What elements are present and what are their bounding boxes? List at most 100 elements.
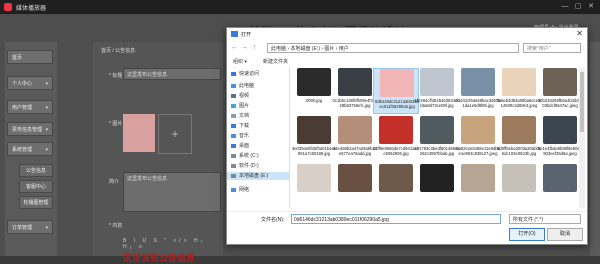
sidebar-item-orders[interactable]: 订单管理 ▾ xyxy=(7,220,53,234)
sidebar-item-label: 用户管理 xyxy=(12,105,33,111)
organize-button[interactable]: 组织 ▾ xyxy=(233,58,247,65)
sidebar-item-home[interactable]: 首页 xyxy=(7,50,53,64)
sidebar-subitem-announcements[interactable]: 公告信息 xyxy=(19,164,53,177)
minimize-icon[interactable]: — xyxy=(560,2,570,12)
nav-item-label: 文档 xyxy=(239,113,250,119)
title-input[interactable]: 这里发布公告信息 xyxy=(123,68,221,80)
address-path[interactable]: 此电脑 › 本地磁盘 (E:) › 图片 › 用户 xyxy=(267,43,519,53)
nav-item[interactable]: 快速访问 xyxy=(227,70,289,78)
nav-item[interactable]: 图片 xyxy=(227,102,289,110)
network-icon xyxy=(231,187,236,192)
file-item[interactable]: 4e1763c3bedf501498ea262c3997bbab.jpg xyxy=(414,116,460,162)
file-thumbnail xyxy=(338,164,372,192)
sidebar-item-system[interactable]: 系统管理 ▾ xyxy=(7,142,53,156)
sidebar-item-label: 系统管理 xyxy=(12,147,33,153)
close-icon[interactable]: ✕ xyxy=(586,2,596,12)
file-item[interactable]: 5a92e2e5468e11e8db6e1e804c839c27.jpeg xyxy=(455,116,501,162)
vertical-scrollbar[interactable] xyxy=(579,68,585,208)
file-item[interactable] xyxy=(414,164,460,210)
nav-item-label: 桌面 xyxy=(239,143,250,149)
address-bar-row: ← → ↑ 此电脑 › 本地磁盘 (E:) › 图片 › 用户 搜索"用户" xyxy=(227,41,587,55)
maximize-icon[interactable]: ▢ xyxy=(573,2,583,12)
nav-item-label: 图片 xyxy=(239,103,250,109)
filename-label: 文件名(N): xyxy=(261,217,285,223)
nav-item-label: 系统 (C:) xyxy=(239,153,259,159)
sidebar-item-personal[interactable]: 个人中心 ▾ xyxy=(7,76,53,90)
upload-image-button[interactable]: + xyxy=(158,114,192,154)
file-name: 3e0394e9f45f0a01b4ee891a7c60189.jpg xyxy=(291,146,337,156)
file-thumbnail xyxy=(461,116,495,144)
nav-item-label: 下载 xyxy=(239,123,250,129)
file-item[interactable]: 04e459b2a47a29a9b13e577ea76add.jpg xyxy=(332,116,378,162)
file-item[interactable]: 02d42cf6a649bac3d67b1da1e0d8f95.jpg xyxy=(455,68,501,114)
file-item[interactable]: 0000.jpg xyxy=(291,68,337,114)
up-arrow-icon[interactable]: ↑ xyxy=(253,44,257,51)
forward-arrow-icon[interactable]: → xyxy=(241,44,248,51)
file-item[interactable] xyxy=(537,164,583,210)
nav-item-label: 快速访问 xyxy=(239,71,260,77)
player-title-bar: 媒体播放器 — ▢ ✕ xyxy=(0,0,600,14)
file-name: 5e1e4fbde8b89f6e80e5903eef35d6a.jpeg xyxy=(537,146,583,156)
editor-toolbar[interactable]: B I U S " </> H₁ H₂ ≡ xyxy=(123,238,213,250)
intro-textarea[interactable]: 这里发布公告信息 xyxy=(123,172,221,212)
content-field-label: * 内容 xyxy=(109,223,123,229)
chevron-down-icon: ▾ xyxy=(45,127,48,133)
dialog-close-icon[interactable]: ✕ xyxy=(576,29,583,38)
nav-item[interactable]: 音乐 xyxy=(227,132,289,140)
nav-item[interactable]: 桌面 xyxy=(227,142,289,150)
file-item[interactable]: 0d6146dc31213ab0389ec011f06290a5.jpg xyxy=(373,68,419,114)
cancel-button[interactable]: 取消 xyxy=(547,228,583,241)
nav-item[interactable]: 下载 xyxy=(227,122,289,130)
file-thumbnail xyxy=(338,68,372,96)
file-name: 5a92e2e5468e11e8db6e1e804c839c27.jpeg xyxy=(456,146,500,156)
drive-icon xyxy=(231,153,236,158)
file-item[interactable] xyxy=(291,164,337,210)
sidebar-item-label: 个人中心 xyxy=(12,81,33,87)
file-grid: 0000.jpg 0c1b5c146f0fb09e4f34b28b83756efc… xyxy=(291,68,583,210)
sidebar-item-tickets[interactable]: 票务信息管理 ▾ xyxy=(7,122,53,136)
file-item[interactable]: 4cff9e966bde7cd9411e2c6062806.jpg xyxy=(373,116,419,162)
new-folder-button[interactable]: 新建文件夹 xyxy=(263,58,288,65)
file-item[interactable]: 3e0394e9f45f0a01b4ee891a7c60189.jpg xyxy=(291,116,337,162)
filename-input[interactable]: 0d6146dc31213ab0389ec011f06290a5.jpg xyxy=(291,214,501,224)
file-item[interactable]: 5d0ff5eba3003a20ab0c5dc103e0623b.jpg xyxy=(496,116,542,162)
nav-item[interactable]: 文档 xyxy=(227,112,289,120)
nav-item[interactable]: 此电脑 xyxy=(227,82,289,90)
file-item[interactable] xyxy=(455,164,501,210)
file-name: 0000.jpg xyxy=(305,98,323,103)
file-item[interactable] xyxy=(496,164,542,210)
file-thumbnail xyxy=(338,116,372,144)
sidebar-subitem-service[interactable]: 客服中心 xyxy=(19,180,53,193)
search-input[interactable]: 搜索"用户" xyxy=(523,43,581,53)
navigation-pane: 快速访问此电脑视频图片文档下载音乐桌面系统 (C:) 软件 (D:) 本地磁盘 (E… xyxy=(227,68,290,208)
intro-field-label: 简介 xyxy=(109,179,120,185)
sidebar-subitem-carousel[interactable]: 轮播图管理 xyxy=(19,196,53,209)
sidebar-item-users[interactable]: 用户管理 ▾ xyxy=(7,100,53,114)
file-item[interactable]: 1f2484cff4545463534ecb6a8d73ce09f.jpg xyxy=(414,68,460,114)
back-arrow-icon[interactable]: ← xyxy=(231,44,238,51)
player-title: 媒体播放器 xyxy=(16,6,47,12)
filetype-select[interactable]: 所有文件 (*.*) xyxy=(509,214,581,224)
file-item[interactable]: 2a6eb3d63a08ba5ece5f14509c2d68e3.jpeg xyxy=(496,68,542,114)
breadcrumb: 首页 / 公告信息 xyxy=(101,48,136,54)
file-name: 2cb234269fb6a4b3dcf003bdcf8647ac.jpeg xyxy=(538,98,582,108)
download-icon xyxy=(231,123,236,128)
nav-item[interactable]: 软件 (D:) xyxy=(227,162,289,170)
desktop-icon xyxy=(231,143,236,148)
editor-content[interactable]: 这里发布公告信息 xyxy=(123,251,195,264)
music-icon xyxy=(231,133,236,138)
file-item[interactable]: 2cb234269fb6a4b3dcf003bdcf8647ac.jpeg xyxy=(537,68,583,114)
nav-item[interactable]: 视频 xyxy=(227,92,289,100)
file-item[interactable]: 0c1b5c146f0fb09e4f34b28b83756efc.jpg xyxy=(332,68,378,114)
nav-item[interactable]: 系统 (C:) xyxy=(227,152,289,160)
file-item[interactable] xyxy=(332,164,378,210)
file-item[interactable]: 5e1e4fbde8b89f6e80e5903eef35d6a.jpeg xyxy=(537,116,583,162)
nav-item-label: 音乐 xyxy=(239,133,250,139)
nav-item[interactable]: 本地磁盘 (E:) xyxy=(227,172,289,180)
nav-item[interactable]: 网络 xyxy=(227,186,289,194)
star-icon xyxy=(231,71,236,76)
file-item[interactable] xyxy=(373,164,419,210)
chevron-down-icon: ▾ xyxy=(45,225,48,231)
scrollbar-thumb[interactable] xyxy=(580,72,584,132)
open-button[interactable]: 打开(O) xyxy=(509,228,545,241)
